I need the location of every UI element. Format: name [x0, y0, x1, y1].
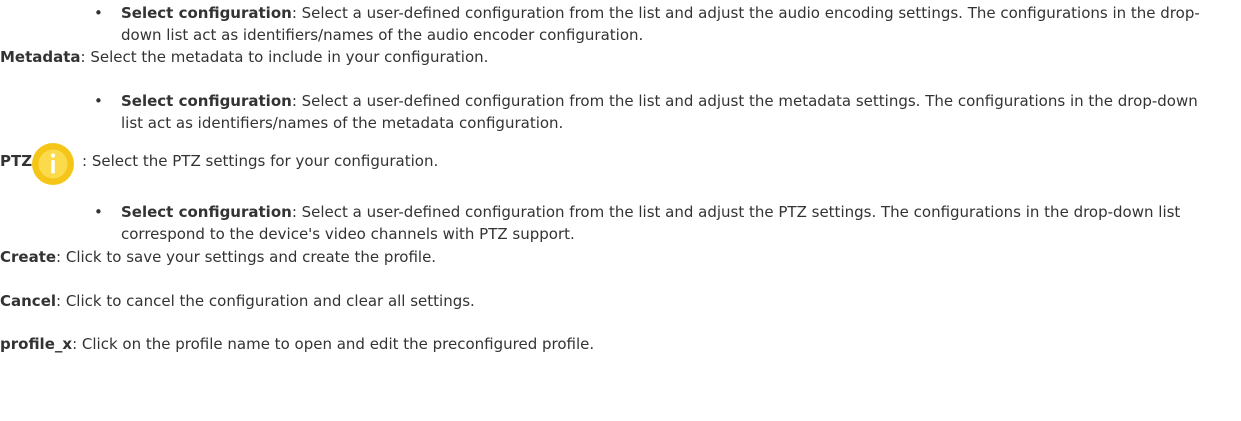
ptz-term: PTZ — [0, 152, 33, 170]
create-term: Create — [0, 248, 57, 266]
profile-paragraph: profile_x: Click on the profile name to … — [0, 333, 1231, 355]
ptz-select-configuration-term: Select configuration — [121, 203, 292, 221]
bullet-icon: • — [94, 4, 103, 22]
metadata-term: Metadata — [0, 48, 81, 66]
metadata-description: : Select the metadata to include in your… — [80, 48, 489, 66]
bullet-icon: • — [94, 92, 103, 110]
cancel-description: : Click to cancel the configuration and … — [56, 292, 475, 310]
metadata-paragraph: Metadata: Select the metadata to include… — [0, 46, 1231, 68]
bullet-icon: • — [94, 203, 103, 221]
profile-term: profile_x — [0, 335, 73, 353]
profile-description: : Click on the profile name to open and … — [72, 335, 595, 353]
audio-select-configuration-item: • Select configuration: Select a user-de… — [94, 2, 1211, 46]
info-icon-graphic — [32, 143, 74, 185]
metadata-select-configuration-item: • Select configuration: Select a user-de… — [94, 90, 1211, 134]
ptz-select-configuration-item: • Select configuration: Select a user-de… — [94, 201, 1211, 245]
cancel-paragraph: Cancel: Click to cancel the configuratio… — [0, 290, 1231, 312]
cancel-term: Cancel — [0, 292, 57, 310]
info-icon — [30, 141, 76, 187]
ptz-description: : Select the PTZ settings for your confi… — [82, 152, 439, 170]
metadata-select-configuration-term: Select configuration — [121, 92, 292, 110]
create-description: : Click to save your settings and create… — [56, 248, 437, 266]
create-paragraph: Create: Click to save your settings and … — [0, 246, 1231, 268]
audio-select-configuration-term: Select configuration — [121, 4, 292, 22]
